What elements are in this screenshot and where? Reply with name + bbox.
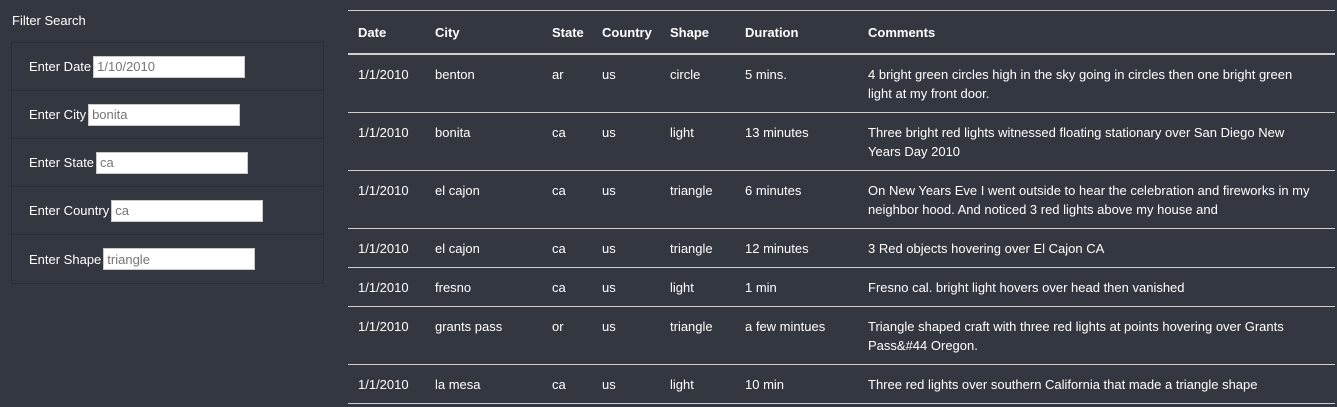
cell-duration: 5 mins. xyxy=(735,54,858,113)
cell-comments: Fresno cal. bright light hovers over hea… xyxy=(858,267,1335,307)
cell-country: us xyxy=(592,228,660,268)
cell-country: us xyxy=(592,267,660,307)
cell-city: bonita xyxy=(425,112,542,171)
cell-state: ca xyxy=(542,228,592,268)
filter-label-shape: Enter Shape xyxy=(29,251,102,267)
table-header-row: Date City State Country Shape Duration C… xyxy=(348,10,1335,55)
header-duration: Duration xyxy=(735,10,858,55)
city-input[interactable] xyxy=(88,103,241,126)
filter-item-state: Enter State xyxy=(12,139,323,187)
cell-country: us xyxy=(592,170,660,229)
header-country: Country xyxy=(592,10,660,55)
date-input[interactable] xyxy=(93,55,246,78)
shape-input[interactable] xyxy=(103,248,256,270)
cell-state: or xyxy=(542,306,592,365)
filter-item-date: Enter Date xyxy=(12,43,323,91)
cell-comments: Three bright red lights witnessed floati… xyxy=(858,112,1335,171)
table-row: 1/1/2010 grants pass or us triangle a fe… xyxy=(348,306,1335,365)
header-state: State xyxy=(542,10,592,55)
cell-state: ca xyxy=(542,267,592,307)
table-row: 1/1/2010 el cajon ca us triangle 12 minu… xyxy=(348,228,1335,268)
results-table: Date City State Country Shape Duration C… xyxy=(348,10,1335,404)
results-table-container: Date City State Country Shape Duration C… xyxy=(348,10,1335,404)
cell-duration: a few mintues xyxy=(735,306,858,365)
cell-city: fresno xyxy=(425,267,542,307)
cell-duration: 10 min xyxy=(735,364,858,404)
cell-shape: light xyxy=(660,267,735,307)
cell-duration: 12 minutes xyxy=(735,228,858,268)
header-shape: Shape xyxy=(660,10,735,55)
cell-country: us xyxy=(592,364,660,404)
header-comments: Comments xyxy=(858,10,1335,55)
cell-shape: triangle xyxy=(660,228,735,268)
filter-list: Enter Date Enter City Enter State Enter … xyxy=(11,42,324,284)
filter-item-shape: Enter Shape xyxy=(12,235,323,283)
state-input[interactable] xyxy=(96,151,249,174)
cell-shape: triangle xyxy=(660,170,735,229)
cell-state: ca xyxy=(542,170,592,229)
table-row: 1/1/2010 el cajon ca us triangle 6 minut… xyxy=(348,170,1335,229)
cell-date: 1/1/2010 xyxy=(348,228,425,268)
filter-label-city: Enter City xyxy=(29,107,87,122)
cell-shape: light xyxy=(660,364,735,404)
cell-comments: Triangle shaped craft with three red lig… xyxy=(858,306,1335,365)
filter-title: Filter Search xyxy=(12,13,86,28)
cell-date: 1/1/2010 xyxy=(348,306,425,365)
cell-date: 1/1/2010 xyxy=(348,54,425,113)
cell-date: 1/1/2010 xyxy=(348,364,425,404)
page: Filter Search Enter Date Enter City Ente… xyxy=(0,0,1337,407)
cell-date: 1/1/2010 xyxy=(348,170,425,229)
cell-date: 1/1/2010 xyxy=(348,267,425,307)
cell-city: el cajon xyxy=(425,170,542,229)
cell-city: la mesa xyxy=(425,364,542,404)
filter-item-country: Enter Country xyxy=(12,187,323,235)
filter-item-city: Enter City xyxy=(12,91,323,139)
cell-duration: 6 minutes xyxy=(735,170,858,229)
cell-comments: 4 bright green circles high in the sky g… xyxy=(858,54,1335,113)
filter-panel: Filter Search Enter Date Enter City Ente… xyxy=(0,0,336,407)
country-input[interactable] xyxy=(111,199,264,222)
cell-country: us xyxy=(592,54,660,113)
filter-label-country: Enter Country xyxy=(29,203,110,218)
cell-comments: On New Years Eve I went outside to hear … xyxy=(858,170,1335,229)
cell-date: 1/1/2010 xyxy=(348,112,425,171)
cell-state: ca xyxy=(542,364,592,404)
table-row: 1/1/2010 bonita ca us light 13 minutes T… xyxy=(348,112,1335,171)
cell-city: grants pass xyxy=(425,306,542,365)
cell-duration: 13 minutes xyxy=(735,112,858,171)
cell-country: us xyxy=(592,112,660,171)
cell-state: ar xyxy=(542,54,592,113)
table-row: 1/1/2010 la mesa ca us light 10 min Thre… xyxy=(348,364,1335,404)
filter-label-date: Enter Date xyxy=(29,59,92,74)
cell-state: ca xyxy=(542,112,592,171)
header-date: Date xyxy=(348,10,425,55)
cell-shape: triangle xyxy=(660,306,735,365)
cell-city: benton xyxy=(425,54,542,113)
cell-city: el cajon xyxy=(425,228,542,268)
cell-country: us xyxy=(592,306,660,365)
filter-label-state: Enter State xyxy=(29,155,95,170)
cell-shape: light xyxy=(660,112,735,171)
cell-comments: 3 Red objects hovering over El Cajon CA xyxy=(858,228,1335,268)
table-row: 1/1/2010 benton ar us circle 5 mins. 4 b… xyxy=(348,54,1335,113)
table-row: 1/1/2010 fresno ca us light 1 min Fresno… xyxy=(348,267,1335,307)
cell-duration: 1 min xyxy=(735,267,858,307)
cell-comments: Three red lights over southern Californi… xyxy=(858,364,1335,404)
cell-shape: circle xyxy=(660,54,735,113)
header-city: City xyxy=(425,10,542,55)
